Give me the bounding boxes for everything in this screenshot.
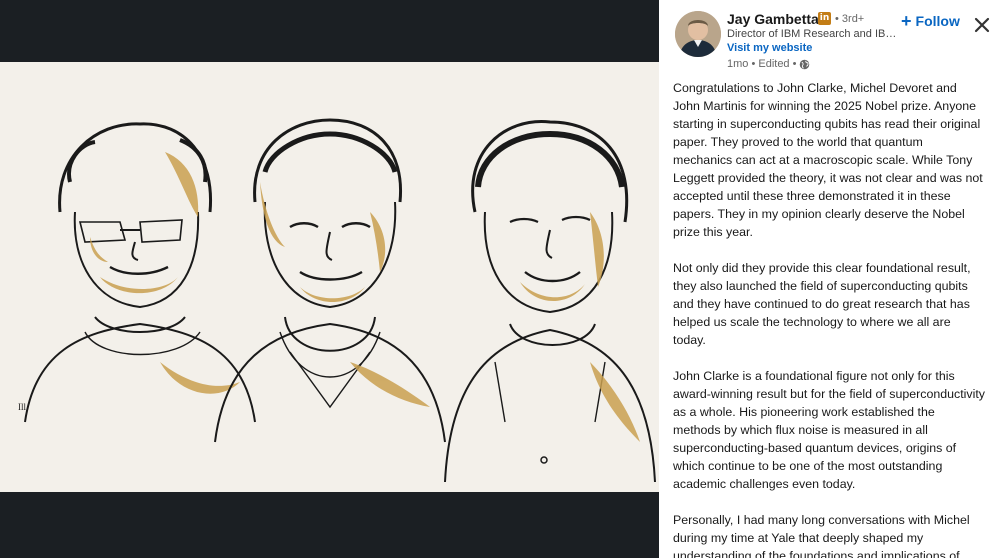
linkedin-badge-icon: in bbox=[818, 12, 831, 25]
connection-degree: • 3rd+ bbox=[835, 13, 865, 25]
post-paragraph: Congratulations to John Clarke, Michel D… bbox=[673, 81, 983, 239]
avatar[interactable] bbox=[675, 11, 721, 57]
visit-website-link[interactable]: Visit my website bbox=[727, 42, 812, 54]
close-icon bbox=[974, 17, 990, 33]
post-timestamp: 1mo • Edited • bbox=[727, 58, 797, 70]
post-paragraph: Not only did they provide this clear fou… bbox=[673, 261, 971, 347]
globe-icon bbox=[800, 59, 810, 69]
post-meta: 1mo • Edited • bbox=[727, 58, 810, 70]
author-name[interactable]: Jay Gambetta bbox=[727, 11, 819, 27]
post-paragraph: John Clarke is a foundational figure not… bbox=[673, 369, 985, 491]
close-button[interactable] bbox=[971, 14, 993, 36]
post-image[interactable]: Ill. bbox=[0, 62, 659, 492]
artist-signature: Ill. bbox=[18, 402, 28, 412]
post-side-panel: Jay Gambetta in • 3rd+ Director of IBM R… bbox=[659, 0, 996, 558]
follow-label: Follow bbox=[915, 13, 960, 29]
post-text: Congratulations to John Clarke, Michel D… bbox=[673, 79, 985, 558]
author-headline: Director of IBM Research and IBM Fellow bbox=[727, 28, 897, 40]
follow-button[interactable]: + Follow bbox=[901, 11, 960, 31]
post-paragraph: Personally, I had many long conversation… bbox=[673, 513, 970, 558]
portrait-illustration: Ill. bbox=[0, 62, 659, 492]
media-pane: Ill. bbox=[0, 0, 659, 558]
post-header: Jay Gambetta in • 3rd+ Director of IBM R… bbox=[659, 0, 996, 78]
avatar-photo-icon bbox=[675, 11, 721, 57]
plus-icon: + bbox=[901, 11, 912, 31]
